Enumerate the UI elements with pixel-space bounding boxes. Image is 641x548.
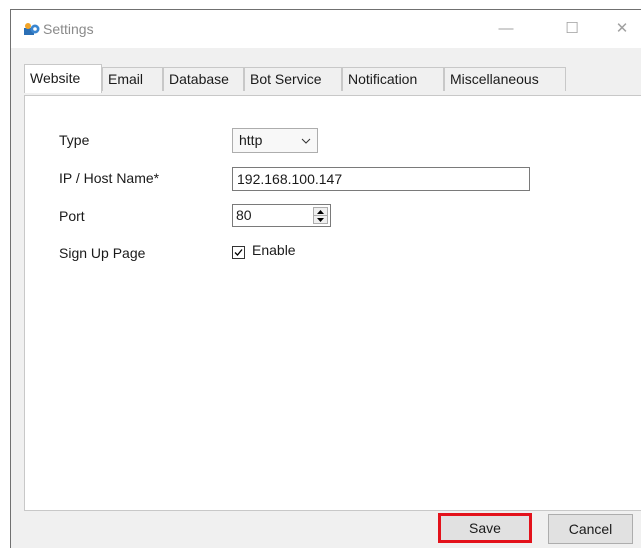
save-button[interactable]: Save: [438, 513, 532, 543]
settings-app-icon: [24, 23, 40, 35]
checkmark-icon: [234, 249, 243, 256]
enable-checkbox[interactable]: [232, 246, 245, 259]
tab-notification[interactable]: Notification: [342, 67, 444, 91]
tab-database[interactable]: Database: [163, 67, 244, 91]
increment-button[interactable]: [314, 208, 327, 215]
website-tab-page: Type http IP / Host Name* 192.168.100.14…: [24, 95, 641, 511]
host-input[interactable]: 192.168.100.147: [232, 167, 530, 191]
arrow-up-icon: [317, 209, 324, 214]
type-dropdown[interactable]: http: [232, 128, 318, 153]
tab-email[interactable]: Email: [102, 67, 163, 91]
port-spin-buttons: [313, 207, 328, 224]
port-value: 80: [236, 207, 252, 223]
type-dropdown-value: http: [239, 132, 263, 148]
settings-window: Settings — ☐ ✕ Website Email Database Bo…: [10, 9, 641, 548]
window-title: Settings: [43, 21, 94, 37]
cancel-button[interactable]: Cancel: [548, 514, 633, 544]
tab-miscellaneous[interactable]: Miscellaneous: [444, 67, 566, 91]
decrement-button[interactable]: [314, 216, 327, 223]
chevron-down-icon: [301, 138, 311, 144]
type-label: Type: [59, 132, 90, 148]
minimize-button[interactable]: —: [493, 16, 519, 42]
enable-label[interactable]: Enable: [252, 242, 296, 258]
port-label: Port: [59, 208, 85, 224]
arrow-down-icon: [317, 217, 324, 222]
tab-bot-service[interactable]: Bot Service: [244, 67, 342, 91]
port-stepper[interactable]: 80: [232, 204, 331, 227]
tab-website[interactable]: Website: [24, 64, 102, 93]
signup-label: Sign Up Page: [59, 245, 146, 261]
maximize-button[interactable]: ☐: [559, 16, 585, 42]
host-label: IP / Host Name*: [59, 170, 160, 186]
close-button[interactable]: ✕: [609, 16, 635, 42]
title-bar[interactable]: Settings — ☐ ✕: [11, 10, 641, 48]
